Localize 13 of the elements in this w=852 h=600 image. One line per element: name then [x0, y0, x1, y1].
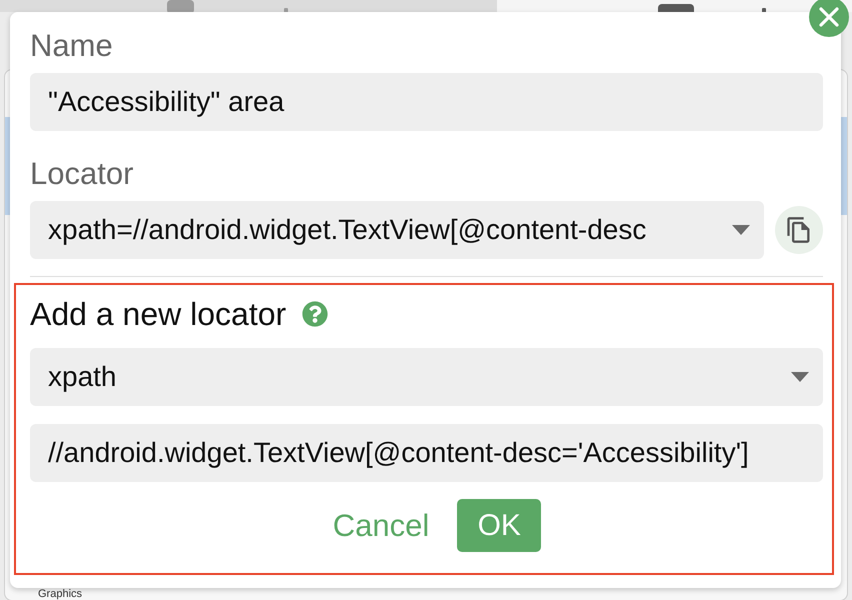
copy-button[interactable] [775, 206, 823, 254]
section-heading: Add a new locator [30, 295, 286, 333]
close-icon [819, 7, 839, 27]
field-label: Locator [30, 155, 134, 193]
caret-icon [732, 225, 750, 235]
text-field[interactable]: //android.widget.TextView[@content-desc='Accessibility'] [30, 424, 823, 482]
caret-icon [791, 372, 809, 382]
list-item[interactable]: Graphics [5, 588, 82, 600]
text-field[interactable]: "Accessibility" area [30, 73, 823, 131]
field-label: Name [30, 27, 113, 65]
select-field[interactable]: xpath=//android.widget.TextView[@content-desc [30, 201, 764, 259]
help-icon[interactable] [302, 301, 328, 327]
select-field[interactable]: xpath [30, 348, 823, 406]
